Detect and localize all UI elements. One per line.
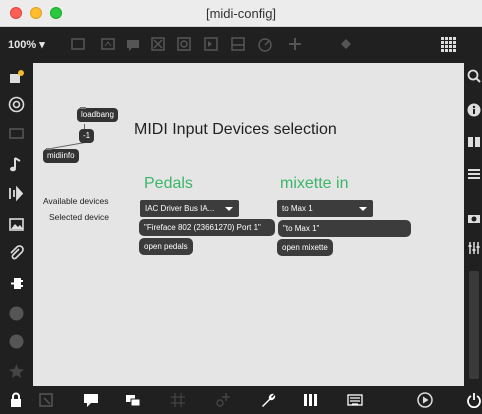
toggle-icon[interactable] — [150, 36, 166, 52]
pedals-device-menu[interactable]: IAC Driver Bus IA... — [140, 200, 239, 217]
level-meter[interactable] — [469, 271, 479, 379]
info-icon[interactable] — [467, 103, 481, 117]
bottom-toolbar — [0, 386, 482, 414]
autoconnect-icon[interactable] — [215, 392, 231, 408]
patcher-canvas[interactable]: loadbang -1 midiinfo MIDI Input Devices … — [33, 63, 464, 386]
search-icon[interactable] — [467, 69, 481, 83]
paperclip-icon[interactable] — [8, 245, 25, 262]
snippet-b-icon[interactable] — [8, 333, 25, 350]
grid-snap-icon[interactable] — [170, 392, 186, 408]
list-icon[interactable] — [467, 167, 481, 181]
new-comment-icon[interactable] — [125, 36, 141, 52]
window-title: [midi-config] — [205, 6, 277, 21]
presentation-mode-icon[interactable] — [38, 392, 54, 408]
power-icon[interactable] — [466, 392, 482, 408]
midiinfo-object[interactable]: midiinfo — [43, 148, 79, 163]
comment-bubble-icon[interactable] — [83, 392, 99, 408]
paint-bucket-icon[interactable] — [338, 36, 354, 52]
button-object-icon[interactable] — [176, 36, 192, 52]
transport-play-icon[interactable] — [417, 392, 433, 408]
reference-book-icon[interactable] — [467, 135, 481, 149]
mixette-selected-message[interactable]: "to Max 1" — [278, 220, 411, 237]
sequence-icon[interactable] — [8, 185, 25, 202]
open-pedals-message[interactable]: open pedals — [139, 238, 193, 255]
star-icon[interactable] — [8, 363, 25, 380]
pedals-selected-message[interactable]: "Fireface 802 (23661270) Port 1" — [139, 219, 275, 236]
right-sidebar — [464, 63, 482, 386]
left-sidebar — [0, 63, 33, 386]
new-message-icon[interactable] — [100, 36, 116, 52]
loadbang-object[interactable]: loadbang — [77, 107, 118, 122]
patch-cord — [51, 142, 86, 149]
presentation-icon[interactable] — [8, 125, 25, 142]
snippet-v-icon[interactable] — [8, 305, 25, 322]
patch-title: MIDI Input Devices selection — [134, 121, 337, 138]
camera-icon[interactable] — [467, 211, 481, 225]
number-box-icon[interactable] — [203, 36, 219, 52]
plug-icon[interactable] — [8, 275, 25, 292]
music-note-icon[interactable] — [8, 156, 25, 173]
mixer-bars-icon[interactable] — [302, 392, 318, 408]
chevron-down-icon — [359, 207, 367, 211]
wrench-icon[interactable] — [260, 392, 276, 408]
top-toolbar: 100% ▾ — [0, 27, 482, 63]
grid-icon[interactable] — [440, 36, 456, 52]
keyboard-icon[interactable] — [347, 392, 363, 408]
mixette-heading: mixette in — [280, 175, 349, 192]
pedals-heading: Pedals — [144, 175, 193, 192]
mixette-device-menu[interactable]: to Max 1 — [277, 200, 373, 217]
zoom-level-dropdown[interactable]: 100% ▾ — [8, 38, 45, 51]
new-object-icon[interactable] — [70, 36, 86, 52]
open-mixette-message[interactable]: open mixette — [277, 239, 333, 256]
chevron-down-icon — [225, 207, 233, 211]
mixer-icon[interactable] — [467, 241, 481, 255]
minus-one-message[interactable]: -1 — [79, 129, 95, 143]
dial-icon[interactable] — [257, 36, 273, 52]
image-icon[interactable] — [8, 216, 25, 233]
selected-device-label: Selected device — [49, 212, 110, 222]
slider-icon[interactable] — [230, 36, 246, 52]
add-object-icon[interactable] — [287, 36, 303, 52]
lock-icon[interactable] — [8, 392, 24, 408]
packages-icon[interactable] — [8, 68, 25, 85]
available-devices-label: Available devices — [43, 196, 109, 206]
target-icon[interactable] — [8, 96, 25, 113]
window-titlebar: [midi-config] — [0, 0, 482, 27]
new-view-icon[interactable] — [125, 392, 141, 408]
